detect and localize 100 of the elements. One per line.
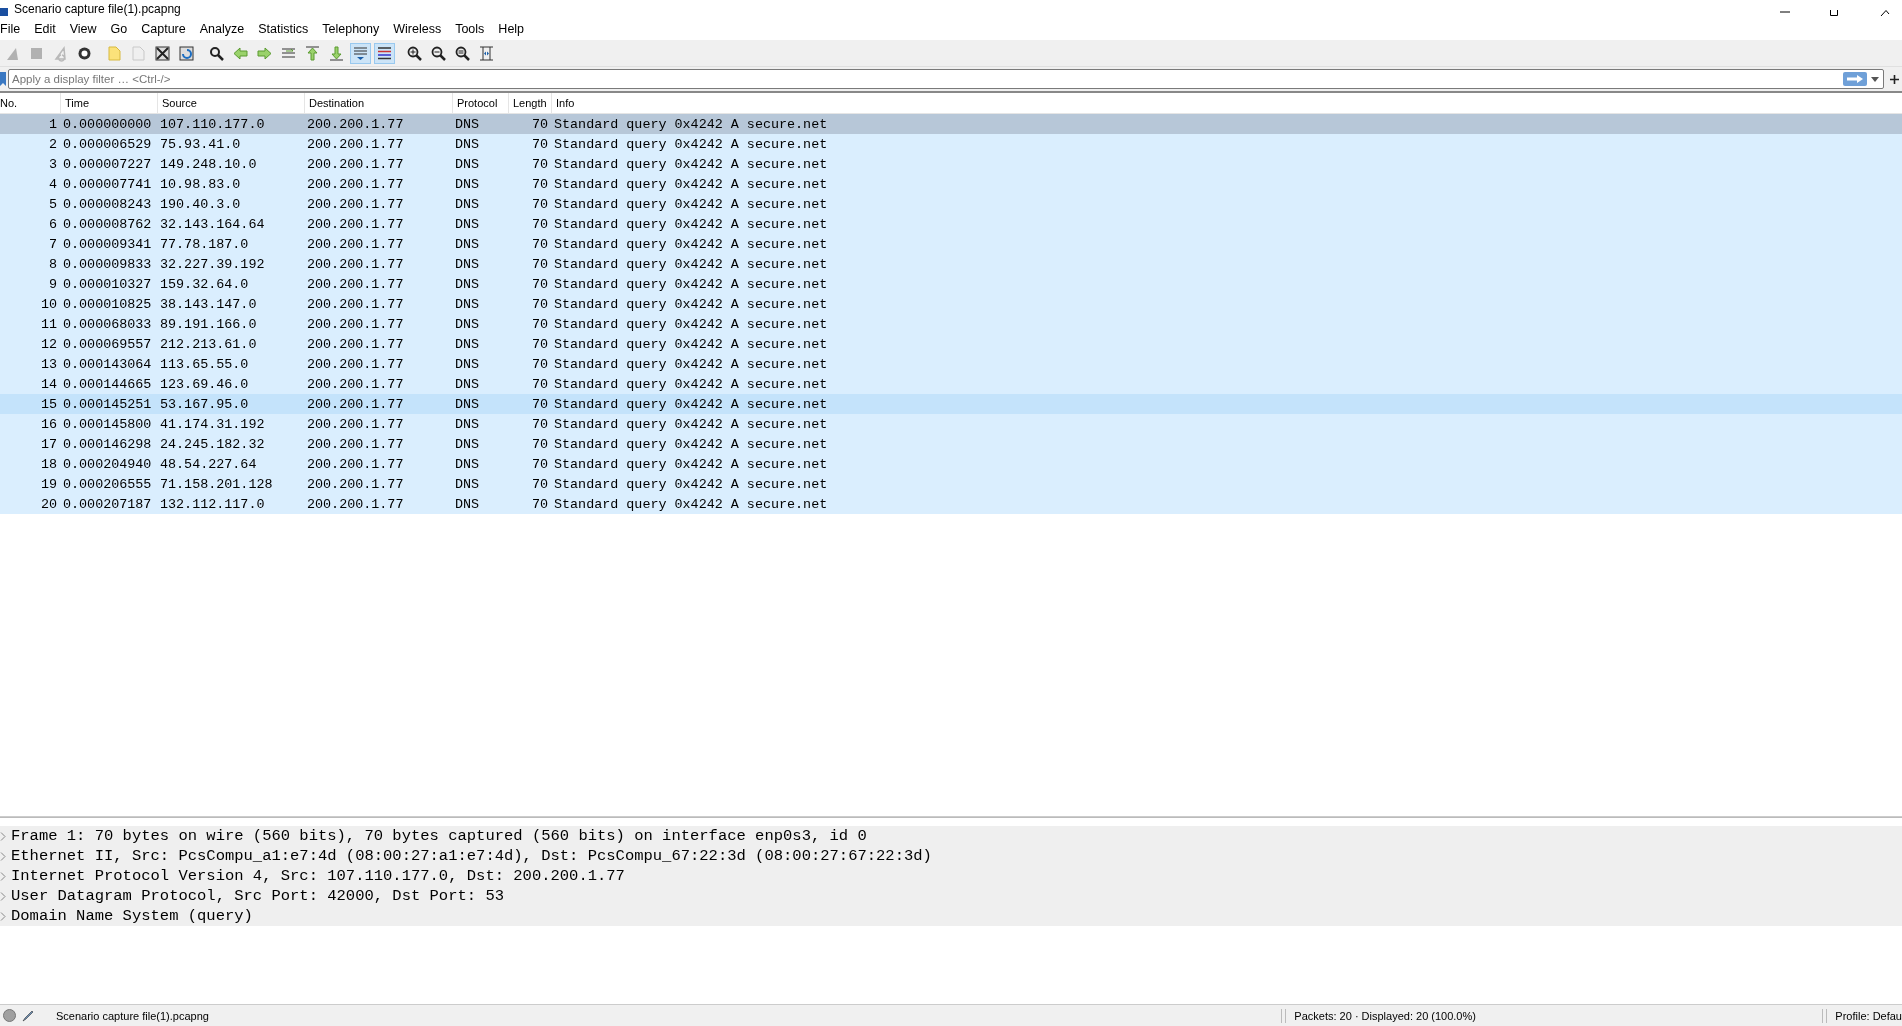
table-cell-text: DNS (454, 476, 481, 492)
packet-row[interactable]: 14 0.000144665 123.69.46.0 200.200.1.77 DNS 70 Standard query 0x4242 A secure.net (0, 374, 1902, 394)
table-cell-text: DNS (454, 256, 481, 272)
pencil-icon[interactable] (22, 1009, 34, 1022)
add-icon[interactable] (1890, 74, 1899, 84)
packet-row[interactable]: 5 0.000008243 190.40.3.0 200.200.1.77 DNS 70 Standard query 0x4242 A secure.net (0, 194, 1902, 214)
menu-item[interactable]: Help (491, 22, 532, 36)
table-cell-text: Standard query 0x4242 A secure.net (553, 316, 829, 332)
packet-row[interactable]: 17 0.000146298 24.245.182.32 200.200.1.77 DNS 70 Standard query 0x4242 A secure.net (0, 434, 1902, 454)
table-cell-text: 70 (530, 236, 549, 252)
zoom-out-icon (430, 44, 447, 62)
packet-row[interactable]: 11 0.000068033 89.191.166.0 200.200.1.77 DNS 70 Standard query 0x4242 A secure.net (0, 314, 1902, 334)
menu-item[interactable]: Capture (134, 22, 193, 36)
table-cell-text: 0.000006529 (62, 136, 153, 152)
packet-row[interactable]: 15 0.000145251 53.167.95.0 200.200.1.77 DNS 70 Standard query 0x4242 A secure.net (0, 394, 1902, 414)
filter-bar[interactable]: Apply a display filter … <Ctrl-/> (8, 69, 1884, 89)
table-cell-text: DNS (454, 316, 481, 332)
expand-caret-icon[interactable] (0, 871, 6, 881)
table-cell-text: 70 (530, 396, 549, 412)
table-cell-text: 107.110.177.0 (159, 116, 266, 132)
detail-line[interactable]: Domain Name System (query) (11, 907, 253, 925)
table-cell-text: 14 (39, 376, 58, 392)
column-header[interactable]: Destination (304, 93, 452, 113)
column-header[interactable]: Length (508, 93, 551, 113)
table-cell-text: DNS (454, 216, 481, 232)
column-header[interactable]: Info (551, 93, 1902, 113)
column-header[interactable]: Source (157, 93, 304, 113)
column-header[interactable]: Time (60, 93, 157, 113)
table-cell-text: Standard query 0x4242 A secure.net (553, 156, 829, 172)
menu-item[interactable]: Tools (448, 22, 492, 36)
packet-row[interactable]: 19 0.000206555 71.158.201.128 200.200.1.77 DNS 70 Standard query 0x4242 A secure.net (0, 474, 1902, 494)
window-title: Scenario capture file(1).pcapng (14, 3, 181, 15)
table-cell-text: 8 (47, 256, 58, 272)
table-cell-text: 70 (530, 196, 549, 212)
table-cell-text: DNS (454, 236, 481, 252)
table-cell-text: DNS (454, 196, 481, 212)
packet-row[interactable]: 20 0.000207187 132.112.117.0 200.200.1.77 DNS 70 Standard query 0x4242 A secure.net (0, 494, 1902, 514)
minimize-icon[interactable] (1780, 10, 1790, 14)
menu-item[interactable]: View (62, 22, 104, 36)
status-circle-icon (3, 1009, 16, 1022)
packet-row[interactable]: 12 0.000069557 212.213.61.0 200.200.1.77 DNS 70 Standard query 0x4242 A secure.net (0, 334, 1902, 354)
table-cell-text: 70 (530, 376, 549, 392)
column-header[interactable]: No. (0, 93, 60, 113)
table-cell-text: 200.200.1.77 (306, 216, 405, 232)
dropdown-caret-icon[interactable] (1871, 76, 1879, 82)
bookmark-icon[interactable] (0, 72, 6, 86)
expand-caret-icon[interactable] (0, 891, 6, 901)
table-cell-text: Standard query 0x4242 A secure.net (553, 336, 829, 352)
expand-caret-icon[interactable] (0, 851, 6, 861)
table-cell-text: 70 (530, 256, 549, 272)
table-cell-text: Standard query 0x4242 A secure.net (553, 176, 829, 192)
packet-row[interactable]: 16 0.000145800 41.174.31.192 200.200.1.77 DNS 70 Standard query 0x4242 A secure.net (0, 414, 1902, 434)
packet-row[interactable]: 3 0.000007227 149.248.10.0 200.200.1.77 DNS 70 Standard query 0x4242 A secure.net (0, 154, 1902, 174)
packet-row[interactable]: 4 0.000007741 10.98.83.0 200.200.1.77 DNS 70 Standard query 0x4242 A secure.net (0, 174, 1902, 194)
packet-row[interactable]: 6 0.000008762 32.143.164.64 200.200.1.77 DNS 70 Standard query 0x4242 A secure.net (0, 214, 1902, 234)
packet-row[interactable]: 13 0.000143064 113.65.55.0 200.200.1.77 DNS 70 Standard query 0x4242 A secure.net (0, 354, 1902, 374)
packet-row[interactable]: 10 0.000010825 38.143.147.0 200.200.1.77 DNS 70 Standard query 0x4242 A secure.net (0, 294, 1902, 314)
column-header[interactable]: Protocol (452, 93, 508, 113)
menu-item[interactable]: Telephony (315, 22, 387, 36)
table-cell-text: 17 (39, 436, 58, 452)
table-cell-text: 70 (530, 116, 549, 132)
menu-item[interactable]: Wireless (386, 22, 449, 36)
zoom-reset-icon (454, 44, 471, 62)
packet-row[interactable]: 9 0.000010327 159.32.64.0 200.200.1.77 DNS 70 Standard query 0x4242 A secure.net (0, 274, 1902, 294)
packet-row[interactable]: 2 0.000006529 75.93.41.0 200.200.1.77 DNS 70 Standard query 0x4242 A secure.net (0, 134, 1902, 154)
table-cell-text: Standard query 0x4242 A secure.net (553, 456, 829, 472)
table-cell-text: 0.000145251 (62, 396, 153, 412)
packet-row[interactable]: 8 0.000009833 32.227.39.192 200.200.1.77 DNS 70 Standard query 0x4242 A secure.net (0, 254, 1902, 274)
capture-file-name: Scenario capture file(1).pcapng (56, 1009, 209, 1022)
table-cell-text: 0.000204940 (62, 456, 153, 472)
table-cell-text: 0.000145800 (62, 416, 153, 432)
expand-caret-icon[interactable] (0, 831, 6, 841)
table-cell-text: 200.200.1.77 (306, 276, 405, 292)
packet-row[interactable]: 18 0.000204940 48.54.227.64 200.200.1.77 DNS 70 Standard query 0x4242 A secure.net (0, 454, 1902, 474)
packet-row[interactable]: 7 0.000009341 77.78.187.0 200.200.1.77 DNS 70 Standard query 0x4242 A secure.net (0, 234, 1902, 254)
menu-item[interactable]: File (0, 22, 28, 36)
table-cell-text: 0.000007741 (62, 176, 153, 192)
menu-item[interactable]: Analyze (192, 22, 252, 36)
table-cell-text: 32.227.39.192 (159, 256, 266, 272)
table-cell-text: DNS (454, 456, 481, 472)
folder-icon (106, 44, 123, 62)
table-cell-text: 200.200.1.77 (306, 396, 405, 412)
menu-item[interactable]: Edit (27, 22, 63, 36)
table-cell-text: 0.000009833 (62, 256, 153, 272)
expand-caret-icon[interactable] (0, 911, 6, 921)
table-cell-text: 0.000008243 (62, 196, 153, 212)
table-cell-text: Standard query 0x4242 A secure.net (553, 356, 829, 372)
packet-row[interactable]: 1 0.000000000 107.110.177.0 200.200.1.77 DNS 70 Standard query 0x4242 A secure.net (0, 114, 1902, 134)
profile-label[interactable]: Profile: Defau (1835, 1009, 1902, 1022)
colorize-button[interactable] (374, 42, 395, 64)
table-cell-text: 200.200.1.77 (306, 156, 405, 172)
restore-icon[interactable] (1830, 10, 1840, 16)
menu-item[interactable]: Statistics (251, 22, 316, 36)
table-cell-text: Standard query 0x4242 A secure.net (553, 136, 829, 152)
table-cell-text: Standard query 0x4242 A secure.net (553, 436, 829, 452)
bottom-arrow-icon (328, 44, 345, 62)
table-cell-text: 19 (39, 476, 58, 492)
table-cell-text: Standard query 0x4242 A secure.net (553, 396, 829, 412)
table-cell-text: 0.000207187 (62, 496, 153, 512)
menu-item[interactable]: Go (103, 22, 135, 36)
